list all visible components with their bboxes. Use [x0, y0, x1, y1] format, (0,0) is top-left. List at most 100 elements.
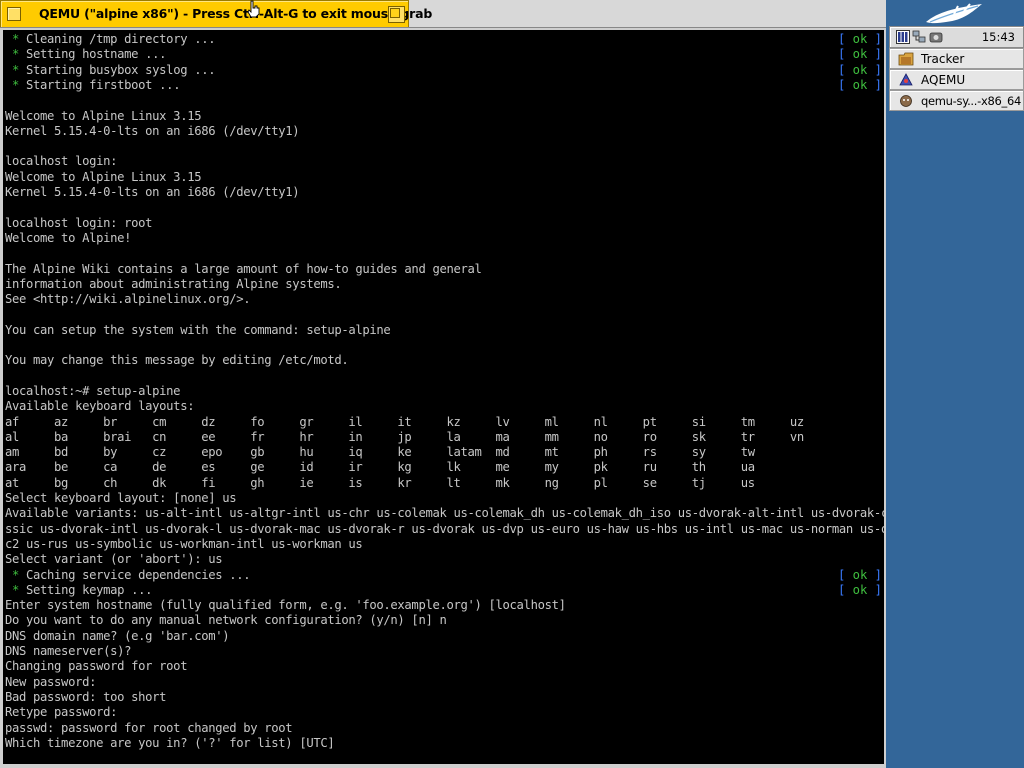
hand-cursor-icon — [247, 0, 260, 18]
terminal-line: ara be ca de es ge id ir kg lk me my pk … — [5, 460, 755, 475]
terminal-line-text: Setting hostname ... — [26, 47, 167, 62]
terminal-line-text: information about administrating Alpine … — [5, 276, 342, 291]
terminal-line-text: localhost login: — [5, 154, 118, 169]
terminal-line: * Starting busybox syslog ... — [5, 62, 216, 78]
bullet-star-icon: * — [5, 32, 27, 46]
terminal-line-text: localhost:~# setup-alpine — [5, 383, 181, 398]
terminal-line-text: You can setup the system with the comman… — [5, 322, 391, 337]
status-text: ok — [852, 32, 868, 46]
status-ok-badge: [ ok ] — [837, 582, 882, 597]
network-icon[interactable] — [912, 30, 926, 44]
terminal-line: localhost login: — [5, 154, 117, 169]
terminal-line-text: Enter system hostname (fully qualified f… — [5, 598, 566, 613]
terminal-line-text: at bg ch dk fi gh ie is kr lt mk ng pl s… — [5, 475, 755, 490]
terminal-line: at bg ch dk fi gh ie is kr lt mk ng pl s… — [5, 476, 755, 491]
terminal-line: localhost:~# setup-alpine — [5, 383, 181, 399]
terminal-line: * Starting firstboot ... — [5, 77, 181, 93]
status-text: ok — [852, 567, 868, 582]
clock[interactable]: 15:43 — [982, 30, 1015, 44]
terminal-line: You may change this message by editing /… — [5, 353, 349, 368]
terminal-line-text: DNS domain name? (e.g 'bar.com') — [5, 628, 230, 643]
terminal-line-text: Starting busybox syslog ... — [26, 62, 216, 77]
terminal-line-text: See <http://wiki.alpinelinux.org/>. — [5, 292, 251, 307]
status-text: ok — [852, 77, 868, 92]
terminal-line-text: Welcome to Alpine Linux 3.15 — [5, 108, 202, 123]
terminal-line: Enter system hostname (fully qualified f… — [5, 598, 566, 613]
terminal-line: The Alpine Wiki contains a large amount … — [5, 262, 482, 277]
terminal-line-text: Select keyboard layout: [none] us — [5, 491, 237, 505]
terminal-line: Bad password: too short — [5, 689, 167, 705]
status-ok-badge: [ ok ] — [837, 32, 882, 46]
leaf-menu-button[interactable] — [889, 0, 1024, 27]
status-ok-badge: [ ok ] — [837, 47, 882, 62]
terminal-line-text: ssic us-dvorak-intl us-dvorak-l us-dvora… — [5, 521, 884, 536]
terminal-line: passwd: password for root changed by roo… — [5, 721, 293, 736]
terminal-line-text: Welcome to Alpine Linux 3.15 — [5, 169, 202, 184]
deskbar-item-aqemu[interactable]: AQEMU — [889, 69, 1024, 90]
deskbar-item-label: Tracker — [921, 52, 965, 66]
terminal-line: See <http://wiki.alpinelinux.org/>. — [5, 292, 251, 307]
terminal-line: DNS nameserver(s)? — [5, 644, 131, 659]
terminal-line-text: Kernel 5.15.4-0-lts on an i686 (/dev/tty… — [5, 185, 300, 199]
qemu-window[interactable]: QEMU ("alpine x86") - Press Ctrl-Alt-G t… — [0, 0, 886, 768]
terminal-line-text: Welcome to Alpine! — [5, 230, 132, 245]
aqemu-icon — [899, 73, 913, 86]
status-ok-badge: [ ok ] — [837, 77, 882, 92]
deskbar-item-label: AQEMU — [921, 73, 966, 87]
terminal-line: Changing password for root — [5, 659, 188, 674]
bullet-star-icon: * — [5, 582, 27, 597]
deskbar-item-label: qemu-sy...-x86_64 — [921, 94, 1022, 108]
terminal-line: c2 us-rus us-symbolic us-workman-intl us… — [5, 536, 363, 552]
terminal-line-text: Setting keymap ... — [26, 582, 153, 597]
terminal-line: Kernel 5.15.4-0-lts on an i686 (/dev/tty… — [5, 123, 300, 139]
terminal-line: Which timezone are you in? ('?' for list… — [5, 735, 335, 751]
terminal-line: New password: — [5, 675, 96, 690]
status-text: ok — [852, 62, 868, 77]
terminal-line-text: al ba brai cn ee fr hr in jp la ma mm no… — [5, 429, 804, 444]
terminal-line-text: New password: — [5, 674, 97, 689]
terminal-line: Select keyboard layout: [none] us — [5, 491, 237, 506]
terminal-line-text: Starting firstboot ... — [26, 77, 181, 92]
status-text: ok — [852, 47, 868, 62]
terminal-line: * Cleaning /tmp directory ... — [5, 32, 216, 47]
terminal-line: information about administrating Alpine … — [5, 276, 342, 292]
bullet-star-icon: * — [5, 47, 27, 62]
terminal-line: * Caching service dependencies ... — [5, 567, 251, 583]
zoom-button[interactable] — [388, 6, 405, 23]
terminal-line: Select variant (or 'abort'): us — [5, 552, 223, 567]
terminal-line-text: Select variant (or 'abort'): us — [5, 552, 223, 567]
terminal-line-text: localhost login: root — [5, 215, 153, 230]
terminal-line-text: Available keyboard layouts: — [5, 399, 195, 414]
terminal-line: af az br cm dz fo gr il it kz lv ml nl p… — [5, 415, 804, 430]
terminal-line: Available keyboard layouts: — [5, 399, 195, 414]
terminal-line-text: Which timezone are you in? ('?' for list… — [5, 735, 335, 750]
terminal-line-text: c2 us-rus us-symbolic us-workman-intl us… — [5, 536, 363, 551]
system-tray: 15:43 — [889, 26, 1024, 48]
tracker-icon — [898, 52, 914, 66]
terminal-line-text: Bad password: too short — [5, 689, 167, 704]
cpu-monitor-icon[interactable] — [896, 30, 910, 44]
terminal-line: localhost login: root — [5, 215, 153, 231]
terminal-line-text: You may change this message by editing /… — [5, 353, 349, 368]
terminal-screen[interactable]: * Cleaning /tmp directory ... [ ok ] * Se… — [3, 30, 884, 764]
terminal-line-text: Kernel 5.15.4-0-lts on an i686 (/dev/tty… — [5, 123, 300, 138]
terminal-line: Welcome to Alpine Linux 3.15 — [5, 169, 202, 185]
terminal-line-text: ara be ca de es ge id ir kg lk me my pk … — [5, 460, 755, 475]
terminal-line-text: Retype password: — [5, 705, 118, 720]
qemu-icon — [900, 95, 912, 107]
volume-icon[interactable] — [929, 30, 943, 44]
deskbar: 15:43 Tracker AQEMU qemu-sy...-x86_64 — [889, 0, 1024, 112]
terminal-line: Kernel 5.15.4-0-lts on an i686 (/dev/tty… — [5, 185, 300, 200]
deskbar-item-tracker[interactable]: Tracker — [889, 48, 1024, 69]
terminal-line: Available variants: us-alt-intl us-altgr… — [5, 506, 884, 521]
bullet-star-icon: * — [5, 567, 27, 582]
window-title-tab[interactable]: QEMU ("alpine x86") - Press Ctrl-Alt-G t… — [0, 0, 432, 27]
terminal-line-text: Available variants: us-alt-intl us-altgr… — [5, 506, 884, 521]
terminal-line: You can setup the system with the comman… — [5, 322, 391, 338]
deskbar-item-qemu[interactable]: qemu-sy...-x86_64 — [889, 90, 1024, 111]
status-ok-badge: [ ok ] — [837, 62, 882, 77]
terminal-line-text: Do you want to do any manual network con… — [5, 613, 447, 628]
close-button[interactable] — [7, 7, 21, 21]
status-ok-badge: [ ok ] — [837, 567, 882, 582]
terminal-line-text: Caching service dependencies ... — [26, 567, 251, 582]
